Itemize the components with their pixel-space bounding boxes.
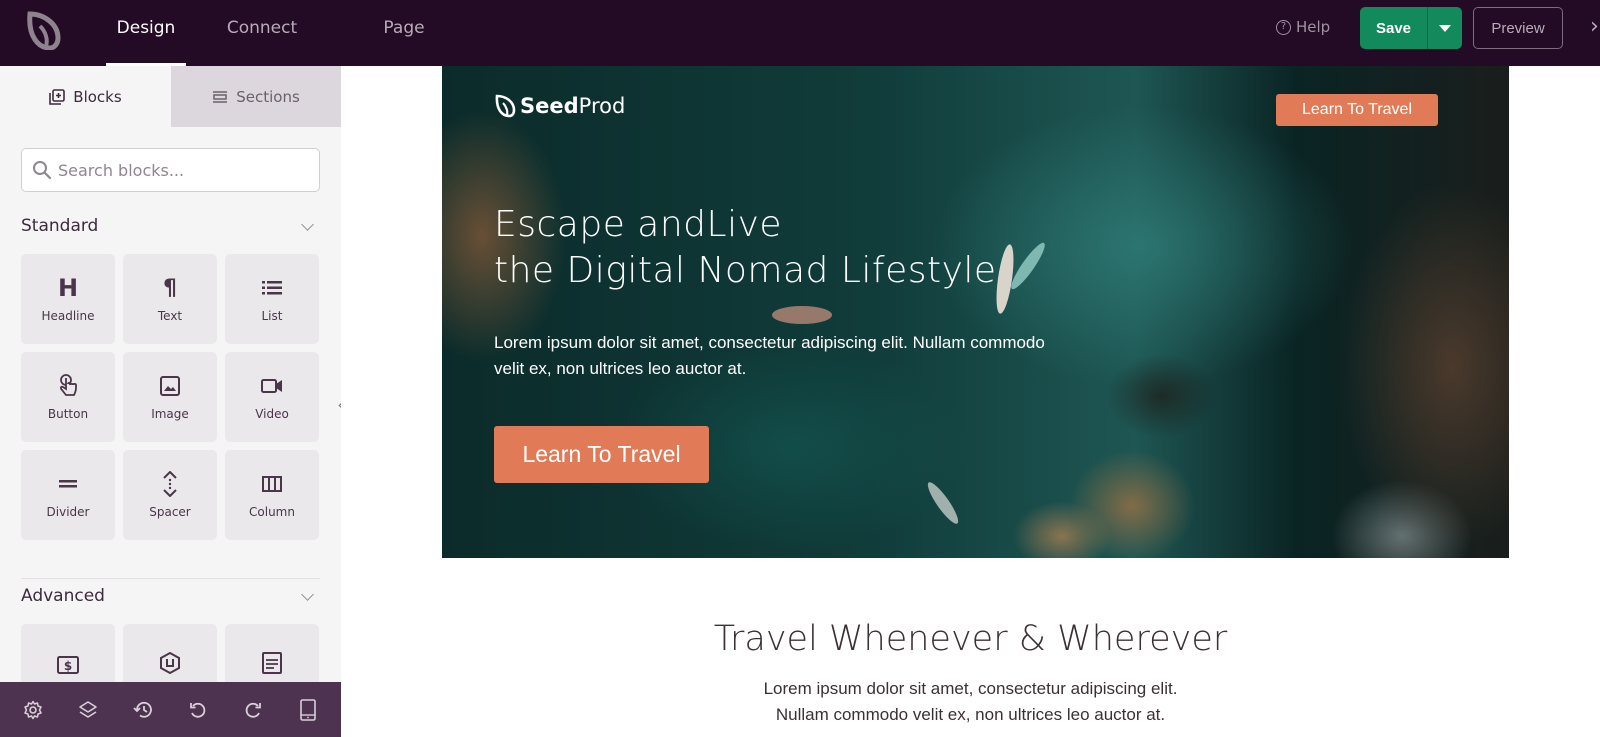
video-icon [261, 373, 283, 399]
hero-headline-line2: the Digital Nomad Lifestyle [494, 250, 997, 291]
block-label: Text [157, 309, 183, 323]
chevron-down-icon [301, 217, 314, 231]
form-icon [262, 650, 282, 676]
hero-paragraph[interactable]: Lorem ipsum dolor sit amet, consectetur … [494, 330, 1114, 382]
image-icon [160, 373, 180, 399]
tab-blocks[interactable]: Blocks [0, 66, 171, 127]
block-label: Column [249, 505, 295, 519]
help-label: Help [1296, 18, 1331, 36]
sidebar-bottom-toolbar [0, 682, 341, 737]
column-icon [262, 471, 282, 497]
hero-section[interactable]: SeedProd Learn To Travel Escape andLive … [442, 66, 1509, 558]
section-divider [21, 578, 320, 579]
block-headline[interactable]: H Headline [21, 254, 115, 344]
page-canvas: SeedProd Learn To Travel Escape andLive … [341, 66, 1600, 737]
spacer-icon [162, 471, 178, 497]
undo-icon[interactable] [187, 699, 209, 721]
section-headline[interactable]: Travel Whenever & Wherever [341, 619, 1600, 659]
advanced-section-header[interactable]: Advanced [21, 586, 320, 606]
caret-down-icon [1439, 24, 1451, 32]
tab-connect[interactable]: Connect [224, 0, 300, 66]
block-label: List [261, 309, 283, 323]
pointer-icon [58, 373, 78, 399]
search-icon [33, 161, 52, 180]
hero-paragraph-line1: Lorem ipsum dolor sit amet, consectetur … [494, 333, 1045, 352]
pricing-icon: $ [57, 652, 79, 678]
redo-icon[interactable] [242, 699, 264, 721]
hero-logo-bold: Seed [520, 94, 579, 118]
block-column[interactable]: Column [225, 450, 319, 540]
tab-sections[interactable]: Sections [171, 66, 341, 127]
sidebar-tabs: Blocks Sections [0, 66, 341, 127]
save-button-group: Save [1360, 7, 1462, 49]
settings-icon[interactable] [22, 699, 44, 721]
close-icon[interactable]: › [1590, 14, 1599, 39]
chevron-down-icon [301, 587, 314, 601]
hero-headline[interactable]: Escape andLive the Digital Nomad Lifesty… [494, 202, 997, 294]
tab-blocks-label: Blocks [73, 87, 122, 106]
preview-button[interactable]: Preview [1473, 7, 1563, 49]
section-paragraph[interactable]: Lorem ipsum dolor sit amet, consectetur … [341, 676, 1600, 728]
list-icon [262, 275, 282, 301]
divider-icon [59, 471, 77, 497]
section-paragraph-line2: Nullam commodo velit ex, non ultrices le… [775, 705, 1166, 724]
tab-sections-label: Sections [236, 87, 300, 106]
hero-logo-light: Prod [578, 94, 626, 118]
top-bar: Design Connect Page Settings ? Help Save… [0, 0, 1600, 94]
hero-nav-learn-button[interactable]: Learn To Travel [1276, 94, 1438, 126]
hero-headline-line1: Escape andLive [494, 204, 783, 245]
block-button[interactable]: Button [21, 352, 115, 442]
standard-section-title: Standard [21, 216, 99, 236]
layers-icon[interactable] [77, 699, 99, 721]
block-label: Button [47, 407, 89, 421]
paragraph-icon: ¶ [163, 275, 177, 301]
help-icon: ? [1276, 19, 1291, 35]
block-label: Headline [41, 309, 95, 323]
standard-blocks-grid: H Headline ¶ Text List Button Image Vide… [21, 254, 319, 540]
sidebar: Blocks Sections Standard H Headline ¶ Te… [0, 66, 341, 737]
block-image[interactable]: Image [123, 352, 217, 442]
search-blocks-input[interactable] [58, 160, 298, 180]
hero-cta-button[interactable]: Learn To Travel [494, 426, 709, 483]
save-button[interactable]: Save [1360, 7, 1427, 49]
svg-text:$: $ [64, 659, 72, 673]
block-label: Spacer [149, 505, 191, 519]
kayak-image [923, 479, 963, 527]
help-link[interactable]: ? Help [1276, 18, 1330, 36]
block-text[interactable]: ¶ Text [123, 254, 217, 344]
tab-design[interactable]: Design [106, 0, 186, 66]
kayak-image [772, 306, 832, 324]
headline-icon: H [57, 274, 79, 302]
search-blocks-field [21, 148, 320, 192]
hero-paragraph-line2: velit ex, non ultrices leo auctor at. [494, 359, 747, 378]
block-label: Divider [46, 505, 90, 519]
seedprod-leaf-icon [495, 94, 516, 118]
block-video[interactable]: Video [225, 352, 319, 442]
mobile-preview-icon[interactable] [297, 698, 319, 721]
hero-logo[interactable]: SeedProd [494, 94, 625, 118]
standard-section-header[interactable]: Standard [21, 216, 320, 236]
block-list[interactable]: List [225, 254, 319, 344]
tab-page-settings[interactable]: Page Settings [348, 0, 460, 94]
advanced-section-title: Advanced [21, 586, 105, 606]
save-options-dropdown[interactable] [1427, 7, 1462, 49]
history-icon[interactable] [132, 699, 154, 721]
optin-icon [159, 650, 181, 676]
block-label: Video [255, 407, 289, 421]
block-label: Image [151, 407, 189, 421]
section-paragraph-line1: Lorem ipsum dolor sit amet, consectetur … [763, 679, 1178, 698]
sections-icon [213, 90, 228, 103]
block-divider[interactable]: Divider [21, 450, 115, 540]
blocks-icon [49, 88, 66, 105]
seedprod-logo-icon[interactable] [24, 10, 62, 50]
block-spacer[interactable]: Spacer [123, 450, 217, 540]
